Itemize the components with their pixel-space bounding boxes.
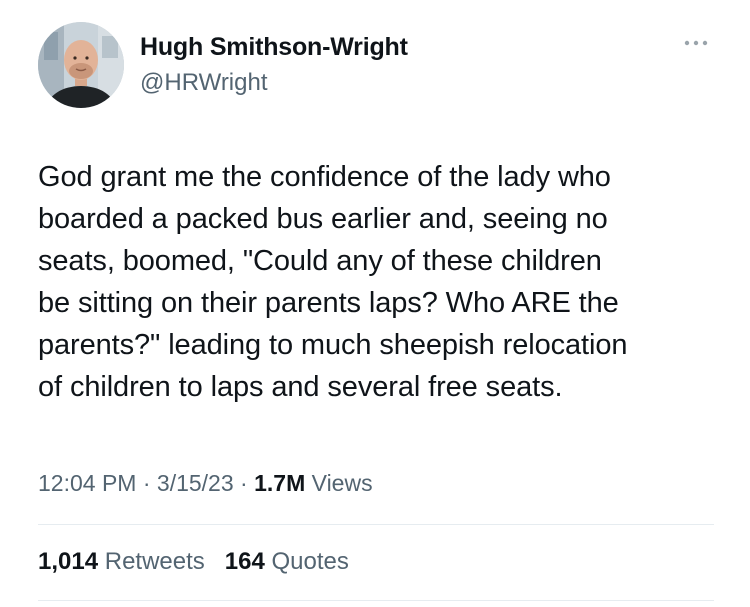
quotes-count: 164	[224, 548, 265, 575]
meta-separator: ·	[240, 470, 248, 496]
tweet-card: Hugh Smithson-Wright @HRWright God grant…	[0, 0, 750, 607]
tweet-meta: 12:04 PM · 3/15/23 · 1.7M Views	[38, 470, 373, 497]
tweet-text-line: seats, boomed, "Could any of these child…	[38, 245, 602, 277]
views-count: 1.7M	[254, 470, 306, 496]
meta-separator: ·	[142, 470, 151, 496]
avatar[interactable]	[38, 22, 124, 108]
tweet-time[interactable]: 12:04 PM	[38, 470, 136, 496]
tweet-text-line: God grant me the confidence of the lady …	[38, 161, 611, 193]
views-label: Views	[311, 470, 373, 496]
tweet-text-line: be sitting on their parents laps? Who AR…	[38, 287, 619, 319]
more-horizontal-icon[interactable]	[682, 38, 710, 48]
retweets-stat[interactable]: 1,014 Retweets	[38, 548, 205, 575]
divider	[38, 524, 714, 525]
author-handle[interactable]: @HRWright	[140, 69, 268, 97]
author-display-name[interactable]: Hugh Smithson-Wright	[140, 33, 408, 62]
divider	[38, 600, 714, 601]
tweet-text-line: boarded a packed bus earlier and, seeing…	[38, 203, 608, 235]
tweet-text: God grant me the confidence of the lady …	[38, 156, 728, 408]
retweets-label: Retweets	[104, 548, 205, 575]
retweets-count: 1,014	[38, 548, 99, 575]
quotes-label: Quotes	[271, 548, 349, 575]
tweet-stats: 1,014 Retweets 164 Quotes	[38, 548, 349, 576]
tweet-text-line: of children to laps and several free sea…	[38, 371, 563, 403]
tweet-text-line: parents?" leading to much sheepish reloc…	[38, 329, 628, 361]
tweet-date[interactable]: 3/15/23	[157, 470, 234, 496]
avatar-photo	[38, 22, 124, 108]
quotes-stat[interactable]: 164 Quotes	[225, 548, 349, 575]
